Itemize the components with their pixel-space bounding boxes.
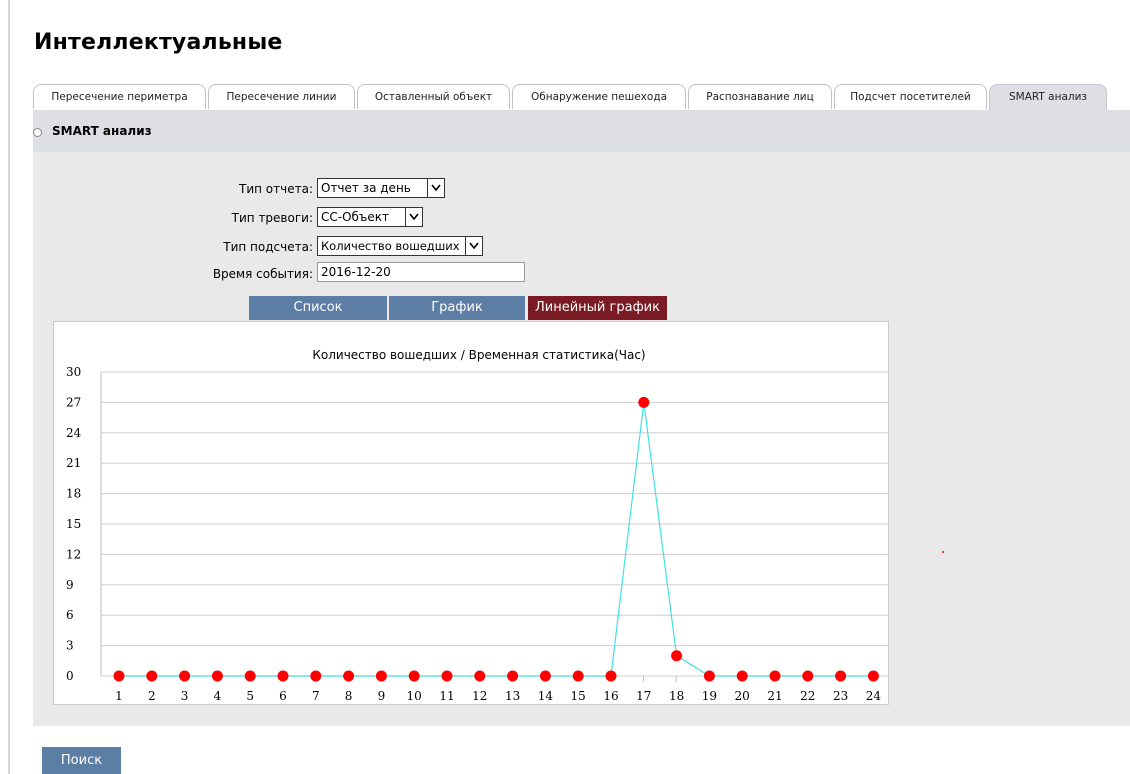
- data-point: [769, 670, 781, 682]
- x-tick-label: 9: [378, 689, 386, 703]
- x-tick-label: 22: [800, 689, 815, 703]
- count-type-label: Тип подсчета:: [223, 240, 313, 254]
- y-tick-label: 27: [66, 395, 81, 409]
- y-tick-label: 12: [66, 547, 81, 561]
- data-point: [802, 670, 814, 682]
- tab-pedestrian-detection[interactable]: Обнаружение пешехода: [512, 84, 686, 109]
- x-tick-label: 14: [538, 689, 554, 703]
- alarm-type-select[interactable]: СС-Объект: [317, 207, 423, 227]
- x-tick-label: 1: [115, 689, 123, 703]
- section-header: SMART анализ: [33, 110, 1130, 152]
- y-tick-label: 9: [66, 578, 74, 592]
- x-tick-label: 5: [246, 689, 254, 703]
- series-line: [119, 402, 874, 677]
- y-tick-label: 0: [66, 669, 74, 683]
- x-tick-label: 18: [669, 689, 684, 703]
- y-tick-label: 24: [66, 426, 82, 440]
- y-tick-label: 21: [66, 456, 81, 470]
- data-point: [572, 670, 584, 682]
- event-time-label: Время события:: [212, 267, 313, 281]
- x-tick-label: 2: [148, 689, 156, 703]
- data-point: [408, 670, 420, 682]
- data-point: [113, 670, 125, 682]
- chart-title: Количество вошедших / Временная статисти…: [312, 348, 645, 362]
- data-point: [638, 396, 650, 408]
- event-time-row: Время события:: [180, 263, 313, 285]
- y-tick-label: 6: [66, 608, 74, 622]
- count-type-row: Тип подсчета:: [180, 236, 313, 258]
- data-point: [703, 670, 715, 682]
- data-point: [605, 670, 617, 682]
- tab-face-recognition[interactable]: Распознавание лиц: [688, 84, 832, 109]
- data-point: [343, 670, 355, 682]
- tab-perimeter-crossing[interactable]: Пересечение периметра: [33, 84, 206, 109]
- x-tick-label: 20: [735, 689, 750, 703]
- data-point: [671, 650, 683, 662]
- stray-pixel: [942, 551, 944, 553]
- data-point: [375, 670, 387, 682]
- count-type-value: Количество вошедших: [321, 239, 460, 253]
- page-title: Интеллектуальные: [34, 30, 283, 55]
- data-point: [539, 670, 551, 682]
- data-point: [244, 670, 256, 682]
- event-time-input[interactable]: 2016-12-20: [317, 262, 525, 282]
- left-border: [8, 0, 10, 774]
- data-point: [736, 670, 748, 682]
- report-type-select[interactable]: Отчет за день: [317, 178, 445, 198]
- data-point: [211, 670, 223, 682]
- tab-abandoned-object[interactable]: Оставленный объект: [357, 84, 510, 109]
- x-tick-label: 3: [181, 689, 189, 703]
- tab-smart-analysis[interactable]: SMART анализ: [989, 84, 1107, 110]
- data-point: [146, 670, 158, 682]
- chevron-down-icon: [465, 237, 482, 255]
- data-point: [277, 670, 289, 682]
- data-point: [179, 670, 191, 682]
- x-tick-label: 10: [407, 689, 422, 703]
- x-tick-label: 23: [833, 689, 848, 703]
- report-type-label: Тип отчета:: [239, 182, 313, 196]
- count-type-select[interactable]: Количество вошедших: [317, 236, 483, 256]
- y-tick-label: 15: [66, 517, 81, 531]
- chevron-down-icon: [405, 208, 422, 226]
- x-tick-label: 17: [636, 689, 651, 703]
- data-point: [867, 670, 879, 682]
- list-view-button[interactable]: Список: [249, 296, 387, 320]
- x-tick-label: 8: [345, 689, 353, 703]
- section-title: SMART анализ: [52, 124, 152, 138]
- line-graph-view-button[interactable]: Линейный график: [528, 296, 667, 320]
- graph-view-button[interactable]: График: [389, 296, 525, 320]
- x-tick-label: 19: [702, 689, 717, 703]
- x-tick-label: 12: [472, 689, 487, 703]
- x-tick-label: 24: [866, 689, 882, 703]
- x-tick-label: 16: [603, 689, 618, 703]
- y-tick-label: 30: [66, 365, 81, 379]
- y-tick-label: 3: [66, 639, 74, 653]
- chevron-down-icon: [427, 179, 444, 197]
- x-tick-label: 15: [571, 689, 586, 703]
- tab-visitor-counting[interactable]: Подсчет посетителей: [834, 84, 987, 109]
- x-tick-label: 7: [312, 689, 320, 703]
- x-tick-label: 21: [767, 689, 782, 703]
- report-type-row: Тип отчета:: [180, 178, 313, 200]
- x-tick-label: 13: [505, 689, 520, 703]
- line-chart: 0 3 6 9 12 15 18 21 24 27 30 1 2 3 4 5 6 7 8 9 10 11 12 13 14 15 1…: [53, 321, 889, 705]
- alarm-type-label: Тип тревоги:: [231, 211, 313, 225]
- data-point: [474, 670, 486, 682]
- alarm-type-row: Тип тревоги:: [180, 207, 313, 229]
- data-point: [441, 670, 453, 682]
- data-point: [507, 670, 519, 682]
- alarm-type-value: СС-Объект: [321, 210, 390, 224]
- data-point: [310, 670, 322, 682]
- tab-bar: Пересечение периметра Пересечение линии …: [33, 84, 1123, 110]
- tab-line-crossing[interactable]: Пересечение линии: [208, 84, 355, 109]
- circle-bullet-icon: [33, 128, 42, 137]
- x-tick-label: 6: [279, 689, 287, 703]
- data-point: [835, 670, 847, 682]
- x-tick-label: 4: [214, 689, 222, 703]
- y-tick-label: 18: [66, 487, 81, 501]
- x-tick-label: 11: [439, 689, 454, 703]
- line-chart-svg: 0369121518212427301 2 3 4 5 6 7 8 9 10 11 12 13 14 15 1…: [66, 348, 888, 703]
- report-type-value: Отчет за день: [321, 181, 411, 195]
- search-button[interactable]: Поиск: [42, 747, 121, 774]
